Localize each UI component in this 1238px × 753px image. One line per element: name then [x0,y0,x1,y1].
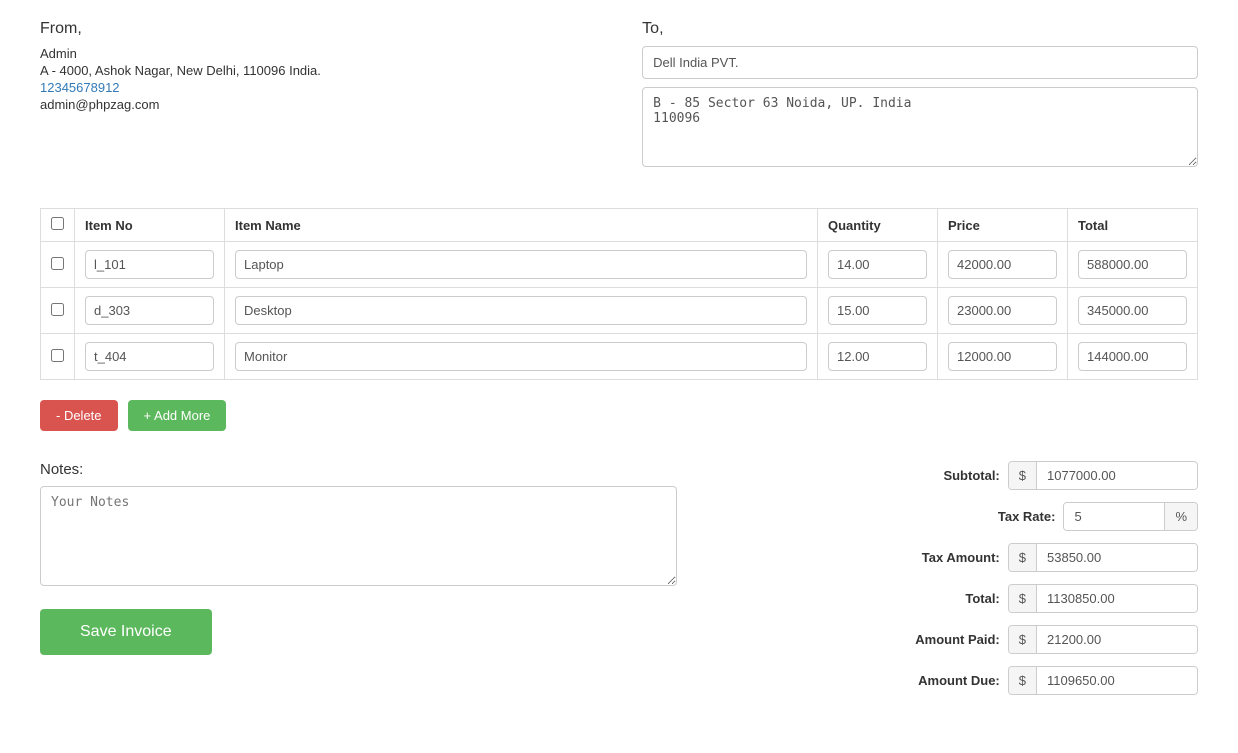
header-item-name: Item Name [225,209,818,242]
row-qty-cell [818,334,938,380]
from-section: From, Admin A - 4000, Ashok Nagar, New D… [40,20,596,178]
to-company-input[interactable] [642,46,1198,79]
row-checkbox-2[interactable] [51,349,64,362]
row-checkbox-cell [41,288,75,334]
delete-button[interactable]: - Delete [40,400,118,431]
row-item-name-input-1[interactable] [235,296,807,325]
row-checkbox-0[interactable] [51,257,64,270]
total-currency: $ [1009,585,1037,612]
header-total: Total [1068,209,1198,242]
from-phone: 12345678912 [40,80,596,95]
row-total-input-0[interactable] [1078,250,1187,279]
row-qty-cell [818,288,938,334]
tax-rate-row: Tax Rate: % [735,502,1198,531]
add-more-button[interactable]: + Add More [128,400,227,431]
row-checkbox-cell [41,334,75,380]
to-address-input[interactable] [642,87,1198,167]
row-item-name-input-0[interactable] [235,250,807,279]
row-item-no-input-0[interactable] [85,250,214,279]
amount-paid-row: Amount Paid: $ [735,625,1198,654]
row-total-input-2[interactable] [1078,342,1187,371]
subtotal-label: Subtotal: [890,468,1000,483]
select-all-checkbox[interactable] [51,217,64,230]
row-item-name-cell [225,334,818,380]
save-btn-section: Save Invoice [40,609,677,655]
table-row [41,334,1198,380]
total-input[interactable] [1037,585,1197,612]
row-item-name-cell [225,242,818,288]
tax-rate-suffix: % [1164,503,1197,530]
to-label: To, [642,20,1198,38]
row-item-no-input-1[interactable] [85,296,214,325]
tax-amount-row: Tax Amount: $ [735,543,1198,572]
row-price-cell [938,334,1068,380]
header-price: Price [938,209,1068,242]
summary-section: Subtotal: $ Tax Rate: % Tax Amount: $ To… [735,461,1198,707]
row-price-cell [938,288,1068,334]
row-qty-cell [818,242,938,288]
bottom-section: Notes: Save Invoice Subtotal: $ Tax Rate… [40,461,1198,707]
tax-rate-label: Tax Rate: [945,509,1055,524]
select-all-header [41,209,75,242]
from-name: Admin [40,46,596,61]
row-total-cell [1068,288,1198,334]
row-item-no-cell [75,334,225,380]
amount-due-input-group: $ [1008,666,1198,695]
row-item-no-input-2[interactable] [85,342,214,371]
tax-amount-input[interactable] [1037,544,1197,571]
subtotal-currency: $ [1009,462,1037,489]
row-price-cell [938,242,1068,288]
amount-paid-label: Amount Paid: [890,632,1000,647]
amount-due-currency: $ [1009,667,1037,694]
tax-rate-input-group: % [1063,502,1198,531]
amount-paid-input[interactable] [1037,626,1197,653]
row-item-no-cell [75,288,225,334]
table-row [41,288,1198,334]
to-section: To, [642,20,1198,178]
row-price-input-1[interactable] [948,296,1057,325]
items-table: Item No Item Name Quantity Price Total [40,208,1198,380]
total-label: Total: [890,591,1000,606]
from-label: From, [40,20,596,38]
row-item-name-cell [225,288,818,334]
total-input-group: $ [1008,584,1198,613]
total-row: Total: $ [735,584,1198,613]
amount-paid-input-group: $ [1008,625,1198,654]
row-checkbox-cell [41,242,75,288]
row-total-input-1[interactable] [1078,296,1187,325]
tax-amount-input-group: $ [1008,543,1198,572]
tax-rate-input[interactable] [1064,503,1164,530]
tax-amount-label: Tax Amount: [890,550,1000,565]
header-item-no: Item No [75,209,225,242]
from-address: A - 4000, Ashok Nagar, New Delhi, 110096… [40,63,596,78]
row-item-no-cell [75,242,225,288]
subtotal-input[interactable] [1037,462,1197,489]
tax-amount-currency: $ [1009,544,1037,571]
row-total-cell [1068,334,1198,380]
from-email: admin@phpzag.com [40,97,596,112]
save-invoice-button[interactable]: Save Invoice [40,609,212,655]
row-qty-input-2[interactable] [828,342,927,371]
notes-textarea[interactable] [40,486,677,586]
row-item-name-input-2[interactable] [235,342,807,371]
header-quantity: Quantity [818,209,938,242]
amount-paid-currency: $ [1009,626,1037,653]
subtotal-row: Subtotal: $ [735,461,1198,490]
row-checkbox-1[interactable] [51,303,64,316]
row-price-input-2[interactable] [948,342,1057,371]
subtotal-input-group: $ [1008,461,1198,490]
row-price-input-0[interactable] [948,250,1057,279]
amount-due-input[interactable] [1037,667,1197,694]
action-buttons: - Delete + Add More [40,400,1198,431]
amount-due-label: Amount Due: [890,673,1000,688]
notes-section: Notes: Save Invoice [40,461,677,655]
row-qty-input-0[interactable] [828,250,927,279]
row-total-cell [1068,242,1198,288]
row-qty-input-1[interactable] [828,296,927,325]
amount-due-row: Amount Due: $ [735,666,1198,695]
notes-label: Notes: [40,461,677,478]
table-row [41,242,1198,288]
